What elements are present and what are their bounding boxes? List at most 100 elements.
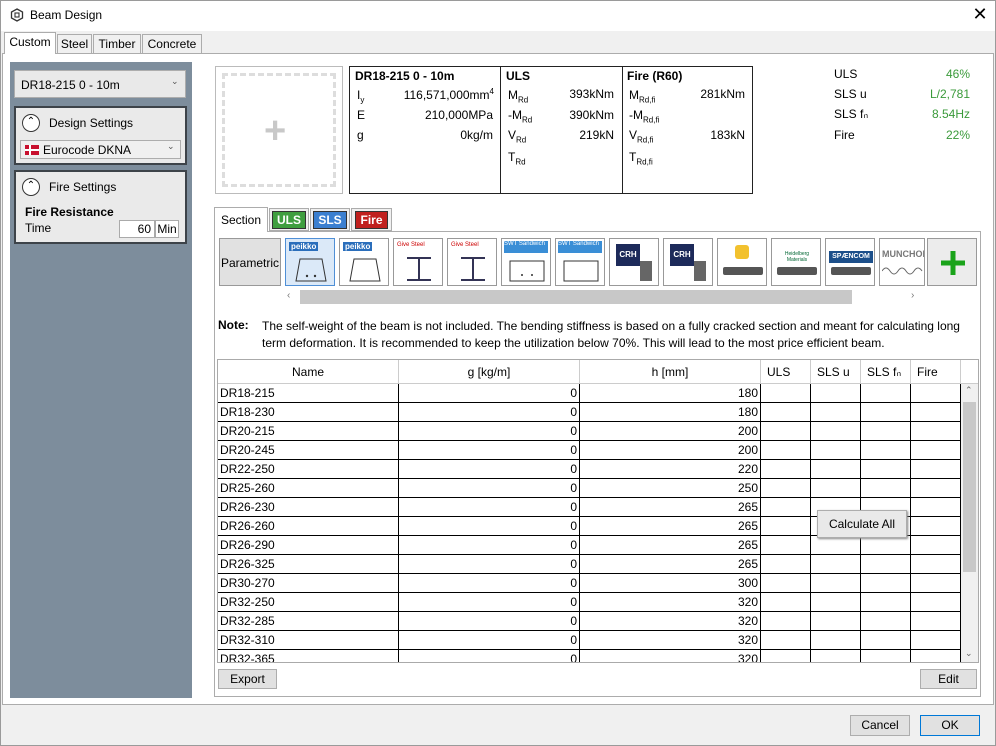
library-tile-swt-2[interactable]: SWT Sandwich [555, 238, 605, 286]
cell-result [811, 479, 861, 498]
cell-result [911, 517, 961, 536]
tab-custom[interactable]: Custom [4, 32, 56, 54]
library-tile-give-steel-2[interactable]: Give Steel [447, 238, 497, 286]
table-scroll-thumb[interactable] [963, 402, 976, 572]
column-header-sls-u[interactable]: SLS u [811, 360, 861, 384]
column-header-sls-fn[interactable]: SLS fₙ [861, 360, 911, 384]
cell-g: 0 [399, 650, 580, 662]
cell-result [911, 498, 961, 517]
summary-uls-value: 46% [945, 67, 970, 81]
cell-result [811, 612, 861, 631]
section-name: DR18-215 0 - 10m [355, 69, 455, 83]
cell-result [811, 536, 861, 555]
table-row[interactable]: DR18-230 0 180 [218, 403, 963, 422]
tab-section[interactable]: Section [214, 207, 268, 232]
cell-g: 0 [399, 574, 580, 593]
cell-result [811, 631, 861, 650]
prop-value-e: 210,000MPa [424, 108, 493, 122]
library-tile-element[interactable] [717, 238, 767, 286]
scroll-up-icon[interactable]: ⌃ [965, 385, 973, 396]
cell-result [861, 555, 911, 574]
cell-result [911, 555, 961, 574]
table-row[interactable]: DR26-290 0 265 [218, 536, 963, 555]
summary-sls-fn-label: SLS fₙ [834, 107, 869, 121]
beam-select[interactable]: DR18-215 0 - 10m ⌄ [14, 70, 186, 98]
library-tile-give-steel-1[interactable]: Give Steel [393, 238, 443, 286]
table-row[interactable]: DR32-365 0 320 [218, 650, 963, 662]
library-tile-muncholm[interactable]: MUNCHOLM [879, 238, 925, 286]
export-button[interactable]: Export [218, 669, 277, 689]
scroll-down-icon[interactable]: ⌄ [965, 648, 973, 659]
table-row[interactable]: DR18-215 0 180 [218, 384, 963, 403]
library-tile-crh-1[interactable]: CRH [609, 238, 659, 286]
cell-result [761, 441, 811, 460]
cell-g: 0 [399, 460, 580, 479]
cell-result [861, 460, 911, 479]
cell-result [811, 593, 861, 612]
tab-concrete[interactable]: Concrete [142, 34, 202, 54]
window-title: Beam Design [30, 8, 103, 22]
table-row[interactable]: DR25-260 0 250 [218, 479, 963, 498]
scroll-right-icon[interactable]: › [911, 290, 914, 301]
calculate-all-button[interactable]: Calculate All [817, 510, 907, 538]
library-tile-crh-2[interactable]: CRH [663, 238, 713, 286]
table-row[interactable]: DR32-285 0 320 [218, 612, 963, 631]
cell-h: 265 [580, 498, 761, 517]
column-header-h[interactable]: h [mm] [580, 360, 761, 384]
uls-title: ULS [506, 69, 530, 83]
ok-button[interactable]: OK [920, 715, 980, 736]
table-row[interactable]: DR30-270 0 300 [218, 574, 963, 593]
tab-fire[interactable]: Fire [351, 208, 392, 231]
library-tile-spaencom[interactable]: SPÆNCOM [825, 238, 875, 286]
column-header-uls[interactable]: ULS [761, 360, 811, 384]
fire-time-input[interactable]: 60 [119, 220, 155, 238]
design-settings-title: Design Settings [49, 116, 134, 130]
cell-name: DR18-215 [218, 384, 399, 403]
tab-sls[interactable]: SLS [310, 208, 350, 231]
cell-name: DR26-325 [218, 555, 399, 574]
cell-result [761, 479, 811, 498]
column-header-fire[interactable]: Fire [911, 360, 961, 384]
tab-steel[interactable]: Steel [57, 34, 92, 54]
tab-timber[interactable]: Timber [93, 34, 141, 54]
library-tile-heidelberg[interactable]: Heidelberg Materials [771, 238, 821, 286]
divider [622, 66, 623, 194]
cancel-button[interactable]: Cancel [850, 715, 910, 736]
collapse-design-settings-icon[interactable]: ⌃ [22, 114, 40, 132]
column-header-name[interactable]: Name [218, 360, 399, 384]
edit-button[interactable]: Edit [920, 669, 977, 689]
parametric-button[interactable]: Parametric [219, 238, 281, 286]
table-row[interactable]: DR32-250 0 320 [218, 593, 963, 612]
cell-result [811, 441, 861, 460]
prop-label-g: g [357, 128, 364, 142]
add-image-icon[interactable]: + [264, 110, 286, 153]
library-tile-peikko-2[interactable]: peikko [339, 238, 389, 286]
table-row[interactable]: DR20-215 0 200 [218, 422, 963, 441]
prop-value-iy: 116,571,000mm4 [403, 87, 494, 102]
table-row[interactable]: DR32-310 0 320 [218, 631, 963, 650]
tab-uls[interactable]: ULS [269, 208, 309, 231]
cell-result [911, 574, 961, 593]
collapse-fire-settings-icon[interactable]: ⌃ [22, 178, 40, 196]
library-tile-peikko-1[interactable]: peikko [285, 238, 335, 286]
add-library-button[interactable] [927, 238, 977, 286]
table-row[interactable]: DR22-250 0 220 [218, 460, 963, 479]
table-row[interactable]: DR26-325 0 265 [218, 555, 963, 574]
cell-name: DR20-245 [218, 441, 399, 460]
cell-g: 0 [399, 403, 580, 422]
table-row[interactable]: DR20-245 0 200 [218, 441, 963, 460]
library-scroll-thumb[interactable] [300, 290, 852, 304]
scroll-left-icon[interactable]: ‹ [287, 290, 290, 301]
cell-name: DR32-285 [218, 612, 399, 631]
library-tile-swt-1[interactable]: SWT Sandwich [501, 238, 551, 286]
design-code-select[interactable]: Eurocode DKNA ⌄ [20, 140, 181, 159]
cell-result [861, 403, 911, 422]
column-header-g[interactable]: g [kg/m] [399, 360, 580, 384]
cell-result [811, 384, 861, 403]
uls-label-trd: TRd [508, 150, 526, 167]
cell-result [861, 536, 911, 555]
close-icon[interactable]: ✕ [970, 4, 990, 24]
prop-label-e: E [357, 108, 366, 122]
cell-result [861, 631, 911, 650]
cell-result [761, 612, 811, 631]
